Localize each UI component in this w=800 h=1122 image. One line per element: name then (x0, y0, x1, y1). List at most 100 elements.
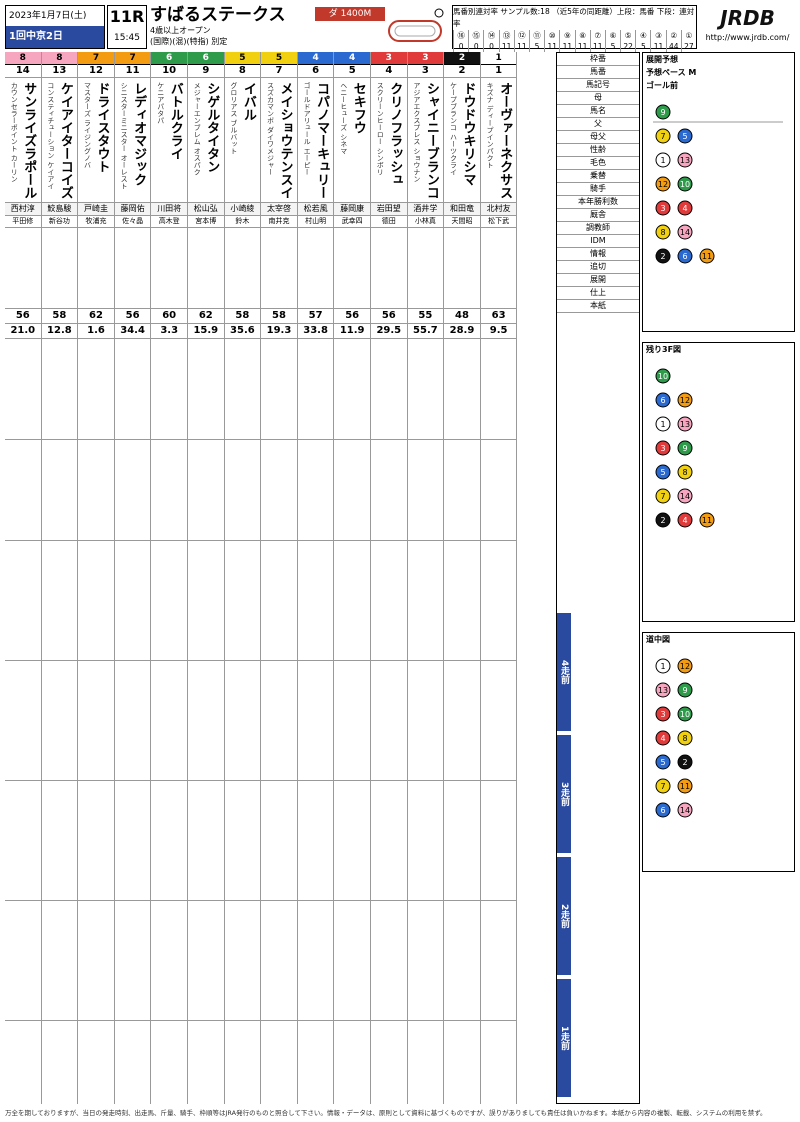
horse-cap-number: 14 (680, 806, 690, 815)
post-position-stats: 馬番別連対率 サンプル数:18 （近5年の同距離）上段：馬番 下段：連対率 ⑯⑮… (452, 5, 697, 52)
horse-cap-number: 5 (660, 758, 665, 767)
waku-number: 8 (41, 52, 78, 65)
profile-block (261, 440, 297, 541)
horse-name-cell: ケニアパタパ バトルクライ (151, 78, 187, 203)
past-race-2 (224, 781, 261, 901)
tenkai-title: 展開予想 (646, 55, 678, 64)
idm-value: 57 (297, 309, 334, 324)
past-race-1 (114, 901, 151, 1021)
waku-number: 3 (371, 52, 407, 65)
goal-label: ゴール前 (646, 81, 678, 90)
record-block (224, 339, 261, 440)
waku-number: 4 (297, 52, 334, 65)
stats-post-number: ⑮ (468, 30, 483, 41)
horse-cap-number: 5 (682, 132, 687, 141)
idm-value: 58 (224, 309, 261, 324)
stats-block (480, 228, 517, 309)
prediction-panels: 展開予想 予想ペース M ゴール前 9 7 5 1 13 12 10 3 4 8 14 2 6 11 残り… (642, 52, 795, 1104)
odds-index: 19.3 (261, 324, 297, 339)
horse-cap-number: 13 (680, 156, 690, 165)
stats-rate-value: 22 (620, 41, 635, 52)
horse-cap-number: 9 (660, 108, 665, 117)
past-race-4 (188, 541, 224, 661)
jockey-name: 松若風 (297, 203, 334, 216)
pace-prediction: 予想ペース M (646, 68, 697, 77)
horse-name: シゲルタイタン (204, 82, 220, 173)
sire-line: カウンセラーポイント カーリン (10, 82, 19, 183)
profile-block (480, 440, 517, 541)
past-race-4 (151, 541, 187, 661)
stats-post-number: ⑤ (620, 30, 635, 41)
record-block (151, 339, 187, 440)
jockey-name: 和田竜 (444, 203, 480, 216)
profile-block (334, 440, 370, 541)
past-race-2 (297, 781, 334, 901)
horse-name-cell: スズカマンボ ダイワメジャー メイショウテンスイ (261, 78, 297, 203)
horse-number: 3 (407, 65, 444, 78)
row-label: 枠番 (557, 53, 639, 66)
sire-line: スズカマンボ ダイワメジャー (266, 82, 275, 176)
stats-post-number: ⑧ (574, 30, 590, 41)
idm-value: 55 (407, 309, 444, 324)
profile-block (444, 440, 480, 541)
stats-post-number: ⑦ (589, 30, 605, 41)
row-label: 展開 (557, 274, 639, 287)
horse-column: 7 11 シニスターミニスター オーレスト レディオマジック 藤岡佑 佐々晶 56 34.4 (114, 52, 152, 1104)
waku-number: 7 (114, 52, 151, 65)
profile-block (41, 440, 78, 541)
past-race-3 (78, 661, 114, 781)
past-race-2 (371, 781, 407, 901)
horse-cap-number: 7 (660, 782, 665, 791)
idm-value: 48 (444, 309, 480, 324)
profile-block (78, 440, 114, 541)
horse-name-cell: スクリーンヒーロー シンボリ クリノフラッシュ (371, 78, 407, 203)
horse-number: 12 (78, 65, 114, 78)
past-race-3 (224, 661, 261, 781)
jockey-name: 鮫島駿 (41, 203, 78, 216)
past-race-4 (444, 541, 480, 661)
stats-rate-value: 0 (468, 41, 483, 52)
past-race-3 (334, 661, 370, 781)
sire-line: ヘニーヒューズ シネマ (339, 82, 348, 155)
horse-cap-number: 8 (682, 468, 687, 477)
horse-cap-number: 1 (660, 420, 665, 429)
record-block (334, 339, 370, 440)
horse-number: 5 (334, 65, 370, 78)
horse-number: 4 (371, 65, 407, 78)
row-label: 母父 (557, 131, 639, 144)
past-race-2 (151, 781, 187, 901)
stats-rate-value: 5 (635, 41, 650, 52)
post-time: 15:45 (114, 33, 140, 43)
past-race-4 (5, 541, 41, 661)
section-label: 1走前 (557, 979, 571, 1097)
horse-cap-number: 4 (682, 516, 687, 525)
trainer-name: 松下武 (480, 216, 517, 228)
past-race-2 (41, 781, 78, 901)
odds-index: 11.9 (334, 324, 370, 339)
jockey-name: 藤岡佑 (114, 203, 151, 216)
race-date: 2023年1月7日(土) (9, 11, 87, 21)
idm-value: 56 (371, 309, 407, 324)
stats-post-number: ① (680, 30, 696, 41)
horse-name: イバル (240, 82, 256, 121)
horse-cap-number: 12 (658, 180, 668, 189)
idm-value: 58 (261, 309, 297, 324)
horse-cap-number: 10 (658, 372, 668, 381)
race-number: 11R (109, 7, 145, 26)
stats-post-number: ⑩ (544, 30, 559, 41)
stats-rate-value: 11 (513, 41, 529, 52)
jockey-name: 川田将 (151, 203, 187, 216)
horse-grid: 8 14 カウンセラーポイント カーリン サンライズラポール 西村淳 平田修 56 21.0 8… (5, 52, 555, 1104)
horse-cap-number: 14 (680, 492, 690, 501)
horse-column: 5 7 スズカマンボ ダイワメジャー メイショウテンスイ 太宰啓 南井克 58 19.3 (261, 52, 298, 1104)
horse-cap-number: 9 (682, 686, 687, 695)
trainer-name: 鈴木 (224, 216, 261, 228)
past-race-4 (371, 541, 407, 661)
record-block (444, 339, 480, 440)
odds-index: 34.4 (114, 324, 151, 339)
horse-number: 6 (297, 65, 334, 78)
dochu-diagram: 1 12 13 9 3 10 4 8 5 2 7 11 6 14 (655, 658, 693, 818)
past-race-3 (261, 661, 297, 781)
section-label: 3走前 (557, 735, 571, 853)
row-label: 母 (557, 92, 639, 105)
